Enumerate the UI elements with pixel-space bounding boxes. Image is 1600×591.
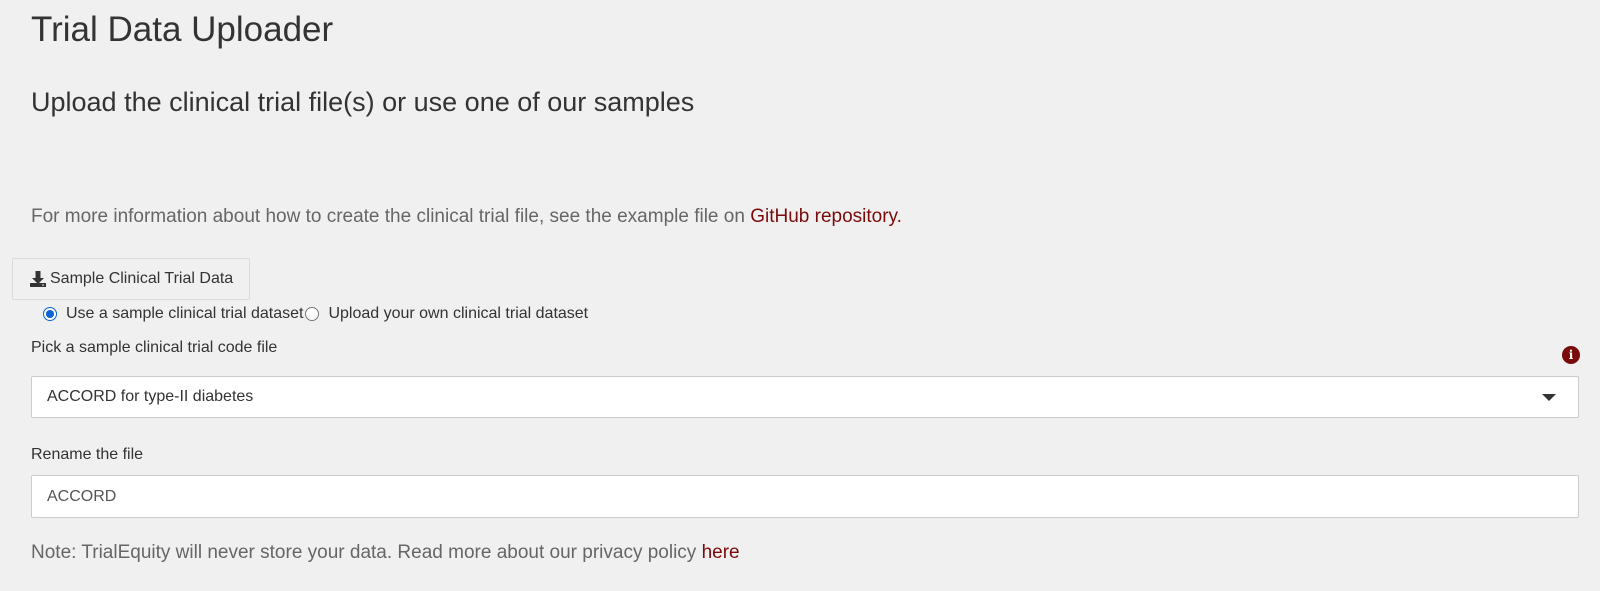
sample-file-selected-value: ACCORD for type-II diabetes [47,388,254,405]
caret-down-icon [1542,394,1556,401]
info-paragraph: For more information about how to create… [31,204,902,230]
sample-file-select[interactable]: ACCORD for type-II diabetes [31,376,1579,418]
privacy-policy-link[interactable]: here [702,542,740,563]
dataset-choice-radio-group: Use a sample clinical trial dataset Uplo… [43,302,590,326]
rename-file-label: Rename the file [31,446,144,463]
trial-data-uploader-page: Trial Data Uploader Upload the clinical … [0,0,1600,591]
github-repository-link[interactable]: GitHub repository. [750,206,902,227]
download-button-label: Sample Clinical Trial Data [50,270,234,287]
page-subtitle: Upload the clinical trial file(s) or use… [31,87,695,117]
rename-file-input[interactable] [31,475,1579,518]
sample-data-download-button[interactable]: Sample Clinical Trial Data [12,258,250,300]
sample-picker-label: Pick a sample clinical trial code file [31,339,278,356]
page-title: Trial Data Uploader [31,10,334,49]
radio-use-sample-label[interactable]: Use a sample clinical trial dataset [66,305,303,323]
radio-use-sample-dataset[interactable] [43,307,57,321]
radio-upload-own-label[interactable]: Upload your own clinical trial dataset [328,305,588,323]
radio-upload-own-dataset[interactable] [305,307,320,321]
info-circle-icon[interactable]: i [1562,346,1580,364]
info-text: For more information about how to create… [31,206,751,227]
privacy-note-text: Note: TrialEquity will never store your … [31,542,702,563]
privacy-note: Note: TrialEquity will never store your … [31,540,740,566]
download-icon [30,271,46,287]
